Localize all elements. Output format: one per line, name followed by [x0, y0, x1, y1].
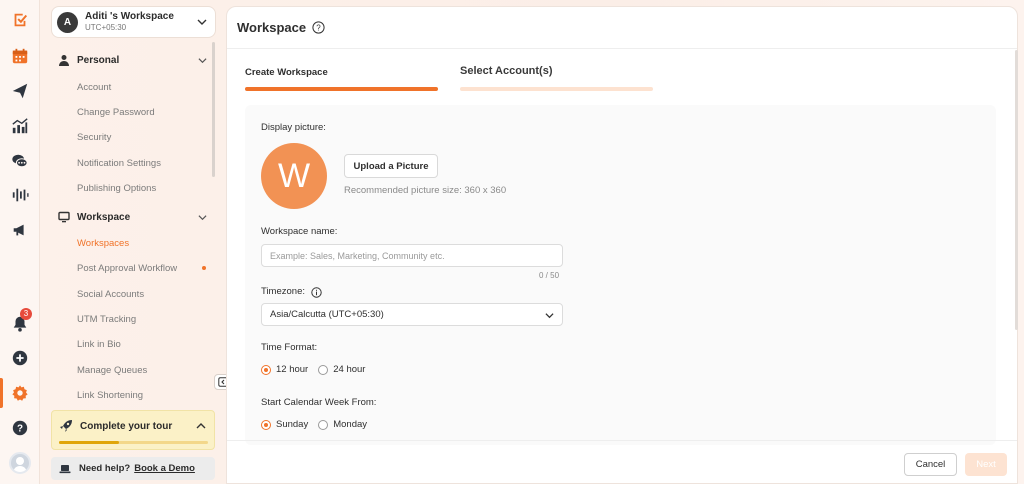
next-button[interactable]: Next: [965, 453, 1007, 476]
workspace-avatar: A: [57, 11, 78, 33]
analytics-icon[interactable]: [8, 114, 32, 138]
notification-badge: 3: [20, 308, 32, 320]
megaphone-icon[interactable]: [8, 218, 32, 242]
sidebar-scrollbar[interactable]: [212, 42, 215, 177]
step-create-workspace[interactable]: Create Workspace: [245, 67, 328, 78]
help-text: Need help?: [79, 463, 131, 474]
gear-icon[interactable]: [8, 381, 32, 405]
tour-progress-fill: [59, 441, 119, 444]
picture-size-hint: Recommended picture size: 360 x 360: [344, 185, 507, 196]
radio-24-hour-label[interactable]: 24 hour: [333, 364, 365, 375]
workspace-name: Aditi 's Workspace: [85, 11, 174, 22]
sidebar-item-change-password[interactable]: Change Password: [77, 107, 155, 118]
radio-monday[interactable]: [318, 419, 329, 430]
sidebar-item-link-in-bio[interactable]: Link in Bio: [77, 339, 121, 350]
sidebar-item-link-shortening[interactable]: Link Shortening: [77, 390, 143, 401]
workspace-name-label: Workspace name:: [261, 226, 338, 237]
cancel-button[interactable]: Cancel: [904, 453, 957, 476]
radio-24-hour[interactable]: [318, 364, 329, 375]
char-counter: 0 / 50: [539, 271, 560, 280]
week-start-options: Sunday Monday: [261, 419, 377, 430]
bell-icon[interactable]: 3: [8, 308, 32, 336]
upload-picture-button[interactable]: Upload a Picture: [344, 154, 438, 178]
display-picture-label: Display picture:: [261, 122, 326, 133]
help-icon[interactable]: ?: [8, 416, 32, 440]
icon-rail: 3 ?: [0, 0, 40, 484]
step-progress-active: [245, 87, 438, 91]
timezone-label: Timezone:: [261, 286, 305, 297]
info-icon[interactable]: [311, 287, 322, 298]
new-indicator-dot: [202, 266, 206, 270]
time-format-label: Time Format:: [261, 342, 318, 353]
main-panel: Workspace ? Create Workspace Select Acco…: [226, 6, 1018, 484]
chevron-down-icon: [198, 215, 207, 221]
sidebar-item-post-approval-workflow[interactable]: Post Approval Workflow: [77, 263, 177, 274]
radio-sunday-label[interactable]: Sunday: [276, 419, 308, 430]
svg-text:?: ?: [316, 23, 321, 32]
chevron-up-icon: [196, 423, 206, 429]
main-scrollbar[interactable]: [1015, 50, 1018, 330]
calendar-icon[interactable]: [8, 44, 32, 68]
workspace-timezone: UTC+05:30: [85, 23, 127, 32]
plus-icon[interactable]: [8, 346, 32, 370]
sidebar-item-workspaces[interactable]: Workspaces: [77, 238, 129, 249]
page-header: Workspace ?: [227, 7, 1017, 49]
user-avatar[interactable]: [9, 452, 31, 474]
workspace-name-input[interactable]: [261, 244, 563, 267]
monitor-icon: [58, 211, 70, 223]
sidebar-item-social-accounts[interactable]: Social Accounts: [77, 289, 144, 300]
radio-sunday[interactable]: [261, 419, 271, 430]
radio-monday-label[interactable]: Monday: [333, 419, 367, 430]
create-workspace-form: Display picture: W Upload a Picture Reco…: [245, 105, 996, 445]
sidebar-item-publishing-options[interactable]: Publishing Options: [77, 183, 156, 194]
sidebar-item-account[interactable]: Account: [77, 82, 111, 93]
svg-text:?: ?: [17, 424, 23, 435]
time-format-options: 12 hour 24 hour: [261, 364, 375, 375]
tour-title: Complete your tour: [80, 421, 173, 432]
section-personal-label: Personal: [77, 54, 120, 66]
chevron-down-icon: [198, 58, 207, 64]
sidebar-item-manage-queues[interactable]: Manage Queues: [77, 365, 147, 376]
chevron-down-icon: [197, 19, 207, 25]
person-icon: [58, 54, 70, 66]
chat-icon[interactable]: [8, 149, 32, 173]
settings-sidebar: A Aditi 's Workspace UTC+05:30 Personal …: [40, 0, 220, 484]
question-circle-icon[interactable]: ?: [312, 21, 325, 34]
tour-card[interactable]: Complete your tour: [51, 410, 215, 450]
listening-icon[interactable]: [8, 183, 32, 207]
workspace-switcher[interactable]: A Aditi 's Workspace UTC+05:30: [51, 6, 216, 38]
footer-divider: [227, 440, 1017, 441]
page-title: Workspace: [237, 20, 307, 35]
rocket-icon: [60, 420, 72, 432]
section-personal[interactable]: Personal: [58, 54, 207, 66]
display-picture: W: [261, 143, 327, 209]
radio-12-hour[interactable]: [261, 364, 271, 375]
logo-icon[interactable]: [8, 8, 32, 32]
radio-12-hour-label[interactable]: 12 hour: [276, 364, 308, 375]
tour-progress-track: [59, 441, 208, 444]
book-demo-link[interactable]: Book a Demo: [134, 463, 195, 474]
send-icon[interactable]: [8, 79, 32, 103]
sidebar-item-security[interactable]: Security: [77, 132, 111, 143]
section-workspace-label: Workspace: [77, 211, 131, 223]
week-start-label: Start Calendar Week From:: [261, 397, 377, 408]
laptop-icon: [59, 463, 71, 475]
sidebar-item-utm-tracking[interactable]: UTM Tracking: [77, 314, 136, 325]
step-progress-inactive: [460, 87, 653, 91]
step-select-accounts[interactable]: Select Account(s): [460, 65, 553, 77]
help-card: Need help? Book a Demo: [51, 457, 215, 480]
timezone-select[interactable]: Asia/Calcutta (UTC+05:30): [261, 303, 563, 326]
sidebar-item-notification-settings[interactable]: Notification Settings: [77, 158, 161, 169]
chevron-down-icon: [545, 313, 554, 319]
section-workspace[interactable]: Workspace: [58, 211, 207, 223]
active-indicator: [0, 378, 3, 408]
timezone-value: Asia/Calcutta (UTC+05:30): [270, 309, 384, 320]
